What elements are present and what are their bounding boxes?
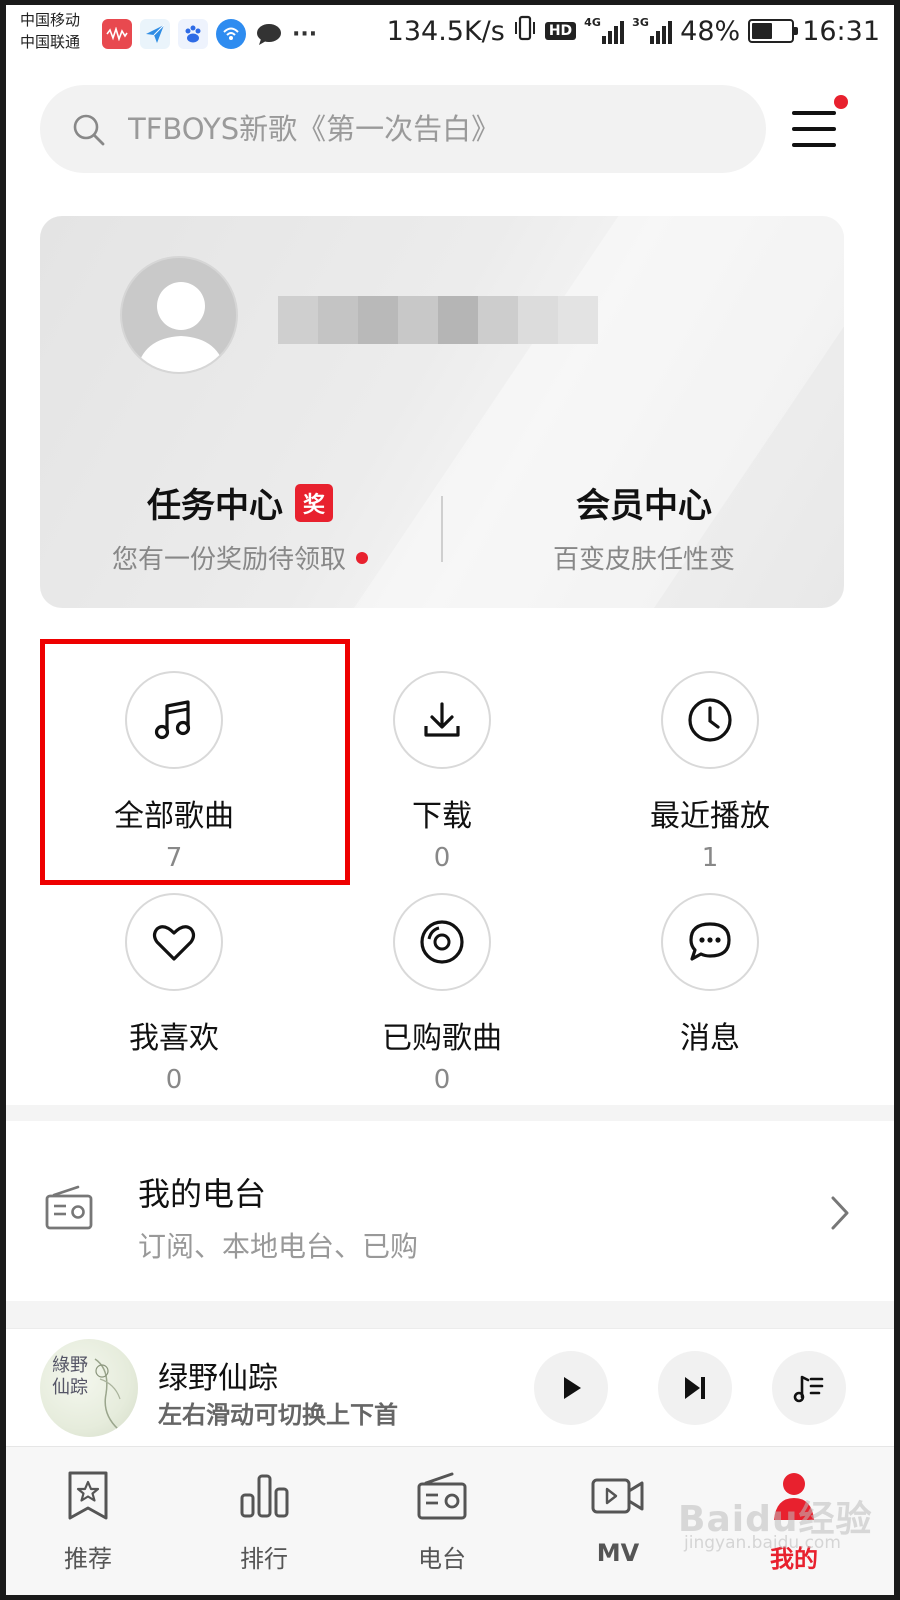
status-bar: 中国移动 中国联通 ··· 134.5K/s HD 4G 3G 48% 16:3… xyxy=(6,5,894,65)
signal-3g-label: 3G xyxy=(632,16,649,29)
signal-4g-label: 4G xyxy=(584,16,601,29)
signal-4g-icon: 4G xyxy=(584,16,625,44)
task-center[interactable]: 任务中心 奖 您有一份奖励待领取 xyxy=(40,478,440,576)
profile-card: 任务中心 奖 您有一份奖励待领取 会员中心 百变皮肤任性变 xyxy=(40,216,844,608)
username-blurred xyxy=(278,296,598,344)
highlight-box xyxy=(40,639,350,885)
nav-label: 电台 xyxy=(418,1545,466,1573)
more-notifications: ··· xyxy=(292,21,318,47)
task-center-label: 任务中心 xyxy=(147,486,283,526)
playlist-button[interactable] xyxy=(772,1351,846,1425)
menu-notification-dot xyxy=(834,95,848,109)
clock-icon xyxy=(661,671,759,769)
nav-mv[interactable]: MV xyxy=(558,1465,678,1567)
grid-label: 我喜欢 xyxy=(129,1021,219,1056)
watermark-url: jingyan.baidu.com xyxy=(684,1533,841,1553)
heart-icon xyxy=(125,893,223,991)
radio-icon xyxy=(45,1185,93,1230)
task-center-subtitle: 您有一份奖励待领取 xyxy=(112,539,368,576)
app-screen: 中国移动 中国联通 ··· 134.5K/s HD 4G 3G 48% 16:3… xyxy=(6,5,894,1595)
vip-center-subtitle: 百变皮肤任性变 xyxy=(552,545,735,575)
clock-time: 16:31 xyxy=(802,15,880,47)
baidu-app-icon xyxy=(178,19,208,49)
next-track-icon xyxy=(685,1377,705,1399)
search-input[interactable] xyxy=(128,85,728,173)
chat-notification-icon xyxy=(254,19,284,49)
nav-label: MV xyxy=(596,1539,640,1567)
nav-label: 排行 xyxy=(240,1545,288,1573)
bar-chart-icon xyxy=(240,1474,289,1518)
award-badge: 奖 xyxy=(295,483,333,522)
nav-ranking[interactable]: 排行 xyxy=(204,1465,324,1574)
signal-3g-icon: 3G xyxy=(632,16,673,44)
nav-radio[interactable]: 电台 xyxy=(382,1465,502,1574)
disc-icon xyxy=(393,893,491,991)
playlist-icon xyxy=(793,1375,824,1403)
vip-center[interactable]: 会员中心 百变皮肤任性变 xyxy=(444,478,844,576)
grid-count: 1 xyxy=(701,843,719,873)
section-divider xyxy=(6,1105,894,1121)
grid-count: 0 xyxy=(165,1065,183,1095)
play-icon xyxy=(564,1377,581,1399)
swipe-hint: 左右滑动可切换上下首 xyxy=(158,1401,398,1429)
wifi-app-icon xyxy=(216,19,246,49)
vibrate-icon xyxy=(513,15,537,47)
app-notification-icon xyxy=(102,19,132,49)
search-icon xyxy=(73,114,105,146)
hd-badge: HD xyxy=(544,22,577,40)
grid-favorites[interactable]: 我喜欢 0 xyxy=(40,893,308,1097)
grid-count: 0 xyxy=(433,1065,451,1095)
play-button[interactable] xyxy=(534,1351,608,1425)
grid-label: 消息 xyxy=(680,1021,740,1056)
search-bar[interactable] xyxy=(40,85,766,173)
task-center-subtitle-text: 您有一份奖励待领取 xyxy=(111,545,346,575)
album-cover[interactable]: 綠野仙踪 xyxy=(40,1339,138,1437)
mini-player[interactable]: 綠野仙踪 绿野仙踪 左右滑动可切换上下首 xyxy=(6,1328,894,1446)
grid-recent[interactable]: 最近播放 1 xyxy=(576,671,844,875)
map-app-icon xyxy=(140,19,170,49)
section-divider xyxy=(6,1301,894,1328)
carrier-1: 中国移动 xyxy=(20,11,81,29)
grid-label: 已购歌曲 xyxy=(382,1021,502,1056)
reward-dot xyxy=(356,551,368,564)
radio-icon xyxy=(417,1472,467,1520)
my-radio-row[interactable]: 我的电台 订阅、本地电台、已购 xyxy=(6,1125,894,1301)
menu-button[interactable] xyxy=(788,105,840,153)
status-right: 134.5K/s HD 4G 3G 48% 16:31 xyxy=(387,15,880,47)
avatar[interactable] xyxy=(120,256,238,374)
battery-icon xyxy=(748,19,799,43)
song-title: 绿野仙踪 xyxy=(158,1361,278,1396)
download-icon xyxy=(393,671,491,769)
grid-label: 最近播放 xyxy=(650,799,770,834)
radio-title: 我的电台 xyxy=(138,1175,267,1213)
star-bookmark-icon xyxy=(68,1471,108,1520)
grid-count xyxy=(576,1065,844,1097)
carrier-info: 中国移动 中国联通 xyxy=(20,9,80,53)
radio-subtitle: 订阅、本地电台、已购 xyxy=(138,1230,419,1263)
nav-recommend[interactable]: 推荐 xyxy=(28,1465,148,1574)
card-divider xyxy=(441,496,443,562)
net-speed: 134.5K/s xyxy=(386,15,505,47)
chevron-right-icon xyxy=(831,1196,849,1230)
nav-label: 推荐 xyxy=(64,1545,112,1573)
message-icon xyxy=(661,893,759,991)
grid-messages[interactable]: 消息 xyxy=(576,893,844,1097)
video-camera-icon xyxy=(591,1478,644,1514)
notification-icons: ··· xyxy=(102,19,317,49)
next-button[interactable] xyxy=(658,1351,732,1425)
task-center-title: 任务中心 奖 xyxy=(147,478,333,527)
grid-purchased[interactable]: 已购歌曲 0 xyxy=(308,893,576,1097)
cover-text: 綠野仙踪 xyxy=(52,1355,88,1398)
vip-center-title: 会员中心 xyxy=(576,486,712,526)
carrier-2: 中国联通 xyxy=(20,33,81,51)
battery-percent: 48% xyxy=(680,15,741,47)
